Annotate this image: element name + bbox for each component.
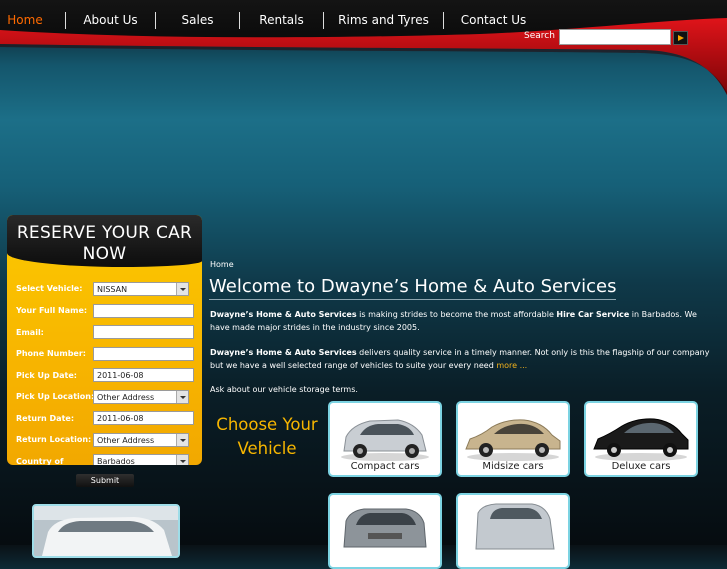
field-label: Your Full Name: [16,306,88,315]
full-name-input[interactable] [93,304,194,318]
page-title: Welcome to Dwayne’s Home & Auto Services [209,276,617,300]
pick-up-location-value: Other Address [97,393,155,402]
brand-name: Dwayne’s Home & Auto Services [210,348,357,357]
midsize-car-image [465,419,561,461]
deluxe-car-image [593,418,689,461]
field-label: Phone Number: [16,349,86,358]
vehicle-tile-van[interactable] [456,493,570,569]
nav-about-us[interactable]: About Us [66,13,155,27]
country-of-origin-dropdown[interactable]: Barbados [93,454,189,465]
reserve-panel-title: RESERVE YOUR CAR NOW [16,223,193,264]
choose-vehicle-heading: Choose Your Vehicle [216,415,318,458]
suv-image [343,508,427,548]
nav-rentals[interactable]: Rentals [240,13,323,27]
storage-text: Ask about our vehicle storage terms. [210,385,358,394]
return-location-dropdown[interactable]: Other Address [93,433,189,447]
featured-car-image[interactable] [32,504,180,558]
van-image [475,503,555,550]
main-nav: Home About Us Sales Rentals Rims and Tyr… [0,10,543,30]
search-submit-button[interactable] [673,31,688,45]
field-label: Return Location: [16,435,92,444]
pick-up-date-input[interactable]: 2011-06-08 [93,368,194,382]
nav-home[interactable]: Home [0,13,50,27]
nav-sales[interactable]: Sales [156,13,239,27]
vehicle-caption: Compact cars [350,461,420,472]
vehicle-tile-compact[interactable]: Compact cars [328,401,442,477]
brand-name: Dwayne’s Home & Auto Services [210,310,357,319]
breadcrumb[interactable]: Home [210,260,234,269]
intro-text: is making strides to become the most aff… [356,310,557,319]
vehicle-caption: Midsize cars [482,461,544,472]
country-of-origin-value: Barbados [97,457,135,465]
nav-contact-us[interactable]: Contact Us [444,13,543,27]
service-paragraph: Dwayne’s Home & Auto Services delivers q… [210,346,715,372]
return-location-value: Other Address [97,436,155,445]
submit-button[interactable]: Submit [76,474,134,487]
dropdown-arrow-icon [176,283,188,295]
intro-paragraph: Dwayne’s Home & Auto Services is making … [210,308,715,334]
white-car-photo [34,506,178,556]
email-input[interactable] [93,325,194,339]
vehicle-tile-suv[interactable] [328,493,442,569]
phone-number-input[interactable] [93,347,194,361]
dropdown-arrow-icon [176,434,188,446]
return-date-input[interactable]: 2011-06-08 [93,411,194,425]
compact-car-image [341,419,429,461]
search-input[interactable] [559,29,671,45]
field-label: Return Date: [16,414,75,423]
nav-rims-and-tyres[interactable]: Rims and Tyres [324,13,443,27]
dropdown-arrow-icon [176,455,188,465]
hire-car-service-text: Hire Car Service [556,310,630,319]
select-vehicle-value: NISSAN [97,285,128,294]
vehicle-tile-deluxe[interactable]: Deluxe cars [584,401,698,477]
play-arrow-icon [677,35,684,41]
dropdown-arrow-icon [176,391,188,403]
vehicle-caption: Deluxe cars [611,461,671,472]
select-vehicle-dropdown[interactable]: NISSAN [93,282,189,296]
field-label: Select Vehicle: [16,284,83,293]
pick-up-location-dropdown[interactable]: Other Address [93,390,189,404]
field-label: Country of Origin: [16,457,64,465]
search-label: Search [524,31,555,41]
reserve-car-panel: RESERVE YOUR CAR NOW Select Vehicle: NIS… [7,215,202,465]
field-label: Pick Up Date: [16,371,77,380]
more-link[interactable]: more ... [496,361,527,370]
field-label: Pick Up Location: [16,392,95,401]
field-label: Email: [16,328,44,337]
vehicle-tile-midsize[interactable]: Midsize cars [456,401,570,477]
